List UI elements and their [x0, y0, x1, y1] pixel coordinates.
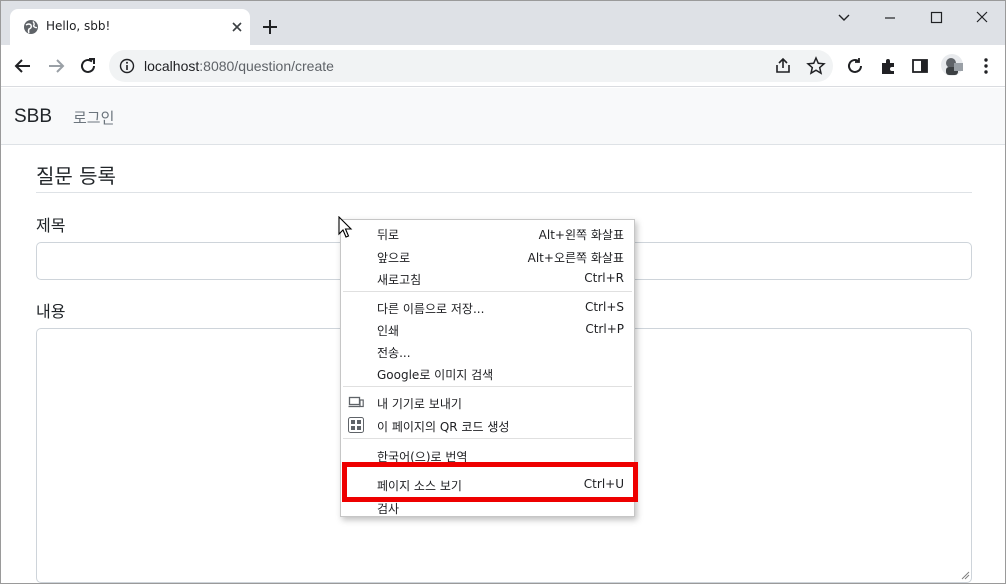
browser-toolbar: localhost:8080/question/create: [1, 45, 1005, 87]
star-icon[interactable]: [805, 55, 827, 77]
title-divider: [36, 192, 972, 193]
avatar[interactable]: [940, 53, 964, 77]
menu-item-label: 검사: [377, 502, 400, 516]
qr-code-icon: [348, 417, 364, 433]
url-text: localhost:8080/question/create: [144, 58, 334, 74]
resize-grip-icon[interactable]: [960, 570, 970, 580]
minimize-icon[interactable]: [875, 7, 905, 29]
menu-item-google-image-search[interactable]: Google로 이미지 검색: [341, 362, 634, 384]
devices-icon: [348, 396, 364, 408]
menu-item-label: 뒤로: [377, 228, 400, 242]
menu-item-qr-code[interactable]: 이 페이지의 QR 코드 생성: [341, 414, 634, 436]
info-icon[interactable]: [119, 58, 135, 74]
menu-item-send-to-devices[interactable]: 내 기기로 보내기: [341, 391, 634, 413]
site-navbar: SBB 로그인: [1, 88, 1005, 145]
kebab-menu-icon[interactable]: [975, 55, 997, 77]
menu-item-shortcut: Ctrl+P: [585, 322, 624, 336]
menu-separator: [343, 438, 632, 439]
menu-item-forward[interactable]: 앞으로 Alt+오른쪽 화살표: [341, 245, 634, 267]
login-link[interactable]: 로그인: [73, 107, 114, 128]
globe-icon: [24, 20, 38, 34]
menu-item-label: 이 페이지의 QR 코드 생성: [377, 420, 510, 434]
browser-window: Hello, sbb! localhost:8080/question/crea…: [0, 0, 1006, 584]
tab-active[interactable]: Hello, sbb!: [10, 9, 250, 45]
menu-item-shortcut: Ctrl+S: [584, 300, 624, 314]
menu-separator: [343, 291, 632, 292]
menu-separator: [343, 386, 632, 387]
menu-item-label: Google로 이미지 검색: [377, 368, 494, 382]
menu-item-label: 전송...: [377, 346, 411, 360]
subject-label: 제목: [36, 216, 66, 235]
tab-title: Hello, sbb!: [46, 19, 111, 33]
menu-item-print[interactable]: 인쇄 Ctrl+P: [341, 318, 634, 340]
menu-item-cast[interactable]: 전송...: [341, 340, 634, 362]
reload-icon[interactable]: [77, 55, 99, 77]
menu-item-back[interactable]: 뒤로 Alt+왼쪽 화살표: [341, 222, 634, 244]
url-path: :8080/question/create: [199, 58, 334, 74]
menu-item-shortcut: Ctrl+R: [584, 271, 624, 285]
content-label: 내용: [36, 302, 66, 321]
address-bar[interactable]: localhost:8080/question/create: [109, 50, 833, 82]
menu-item-label: 앞으로: [377, 251, 411, 265]
menu-item-label: 새로고침: [377, 273, 422, 287]
page-title: 질문 등록: [36, 164, 116, 188]
maximize-icon[interactable]: [921, 7, 951, 29]
chrome-refresh-icon[interactable]: [844, 55, 866, 77]
close-tab-icon[interactable]: [228, 18, 246, 36]
menu-item-label: 인쇄: [377, 324, 400, 338]
menu-item-shortcut: Alt+오른쪽 화살표: [527, 251, 624, 265]
menu-item-reload[interactable]: 새로고침 Ctrl+R: [341, 267, 634, 289]
menu-item-shortcut: Alt+왼쪽 화살표: [538, 228, 624, 242]
puzzle-icon[interactable]: [877, 55, 899, 77]
url-host: localhost: [144, 58, 200, 74]
side-panel-icon[interactable]: [909, 55, 931, 77]
arrow-right-icon[interactable]: [45, 55, 67, 77]
menu-item-save-as[interactable]: 다른 이름으로 저장... Ctrl+S: [341, 296, 634, 318]
mouse-cursor-icon: [338, 216, 353, 238]
brand-link[interactable]: SBB: [14, 106, 52, 128]
arrow-left-icon[interactable]: [12, 55, 34, 77]
tab-strip: Hello, sbb!: [1, 1, 1005, 45]
close-window-icon[interactable]: [967, 7, 997, 29]
share-icon[interactable]: [772, 55, 794, 77]
plus-icon[interactable]: [260, 17, 280, 37]
tab-search-chevron-icon[interactable]: [829, 7, 859, 29]
menu-item-label: 내 기기로 보내기: [377, 397, 462, 411]
highlight-box: [342, 462, 638, 502]
menu-item-label: 다른 이름으로 저장...: [377, 302, 485, 316]
